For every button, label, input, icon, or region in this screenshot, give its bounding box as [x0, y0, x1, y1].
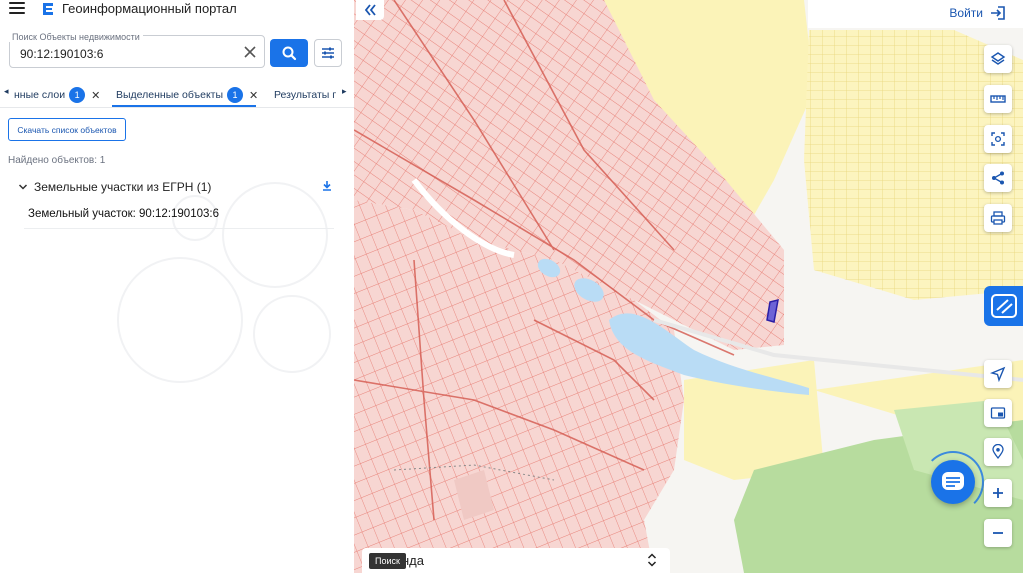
found-count: Найдено объектов: 1	[8, 155, 106, 166]
tab-label: Результаты по	[274, 89, 336, 101]
print-button[interactable]	[984, 204, 1012, 232]
search-button[interactable]	[270, 39, 308, 67]
select-area-icon	[991, 132, 1005, 146]
login-bar: Войти	[808, 0, 1023, 28]
count-badge: 1	[227, 87, 244, 103]
collapse-panel-button[interactable]	[356, 0, 384, 20]
search-icon	[282, 46, 297, 61]
tab-label: нные слои	[14, 89, 66, 101]
portal-logo-icon	[43, 3, 53, 15]
minimap-icon	[990, 407, 1006, 419]
zoom-out-icon	[993, 532, 1003, 534]
filter-icon	[322, 47, 334, 59]
close-icon[interactable]: ✕	[249, 89, 258, 102]
share-button[interactable]	[984, 164, 1012, 192]
locate-icon	[990, 366, 1006, 382]
legend-bar[interactable]: нда	[362, 548, 670, 573]
chat-icon	[942, 472, 964, 490]
left-panel: Геоинформационный портал Поиск Объекты н…	[0, 0, 354, 573]
tab-results[interactable]: Результаты по	[274, 84, 336, 106]
ruler-icon	[990, 95, 1006, 103]
double-chevron-left-icon	[364, 4, 376, 16]
close-icon[interactable]: ✕	[91, 89, 100, 102]
login-button[interactable]: Войти	[949, 5, 1007, 21]
pin-icon	[992, 444, 1004, 460]
layers-icon	[990, 52, 1006, 65]
tab-label: Выделенные объекты	[116, 89, 224, 101]
share-icon	[992, 171, 1004, 185]
tabs-scroll-left-icon[interactable]: ◂	[4, 86, 9, 97]
tab-selected-objects[interactable]: Выделенные объекты 1 ✕	[116, 84, 258, 106]
login-icon	[991, 6, 1005, 20]
app-title: Геоинформационный портал	[62, 1, 237, 16]
chevron-down-icon	[18, 184, 28, 190]
tooltip: Поиск	[369, 553, 406, 569]
zoom-in-button[interactable]	[984, 479, 1012, 507]
unfold-icon[interactable]	[646, 553, 658, 567]
zoom-out-button[interactable]	[984, 519, 1012, 547]
tab-layers[interactable]: нные слои 1 ✕	[14, 84, 100, 106]
filter-button[interactable]	[314, 39, 342, 67]
side-badge-button[interactable]	[984, 286, 1023, 326]
download-icon[interactable]	[320, 179, 334, 193]
message-badge-icon	[991, 294, 1017, 318]
download-list-button[interactable]: Скачать список объектов	[8, 118, 126, 141]
tab-bar: ◂ нные слои 1 ✕ Выделенные объекты 1 ✕ Р…	[0, 80, 354, 108]
result-group-header[interactable]: Земельные участки из ЕГРН (1)	[18, 179, 334, 197]
active-tab-indicator	[112, 105, 256, 107]
search-label: Поиск Объекты недвижимости	[9, 32, 143, 42]
select-area-button[interactable]	[984, 125, 1012, 153]
list-item[interactable]: Земельный участок: 90:12:190103:6	[24, 203, 334, 229]
chat-button[interactable]	[931, 460, 975, 504]
menu-icon[interactable]	[9, 2, 25, 14]
minimap-button[interactable]	[984, 399, 1012, 427]
print-icon	[990, 211, 1006, 225]
locate-button[interactable]	[984, 360, 1012, 388]
result-group-title: Земельные участки из ЕГРН (1)	[34, 180, 212, 194]
top-bar: Геоинформационный портал	[0, 0, 354, 20]
zoom-in-icon	[993, 488, 1003, 498]
count-badge: 1	[69, 87, 86, 103]
layers-button[interactable]	[984, 45, 1012, 73]
login-label: Войти	[949, 6, 983, 20]
ruler-button[interactable]	[984, 85, 1012, 113]
search-input[interactable]	[20, 46, 240, 62]
tabs-scroll-right-icon[interactable]: ▸	[342, 86, 347, 97]
clear-icon[interactable]	[242, 44, 258, 60]
pin-button[interactable]	[984, 438, 1012, 466]
list-item-label: Земельный участок: 90:12:190103:6	[28, 208, 219, 220]
